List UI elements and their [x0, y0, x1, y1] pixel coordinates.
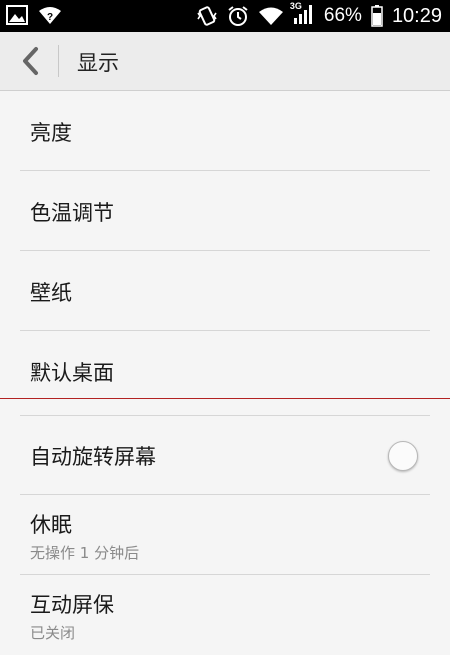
svg-text:?: ? — [47, 12, 53, 23]
setting-screensaver[interactable]: 互动屏保 已关闭 — [0, 575, 450, 655]
setting-value: 无操作 1 分钟后 — [30, 544, 140, 562]
clock: 10:29 — [391, 4, 442, 27]
setting-label: 色温调节 — [30, 201, 114, 225]
accent-divider — [0, 398, 450, 399]
wifi-question-icon: ? — [38, 5, 62, 25]
header-divider — [58, 45, 59, 77]
status-bar: ? 3G 66% 10:29 — [0, 0, 450, 32]
signal-icon: 3G — [289, 1, 315, 29]
auto-rotate-toggle[interactable] — [388, 441, 418, 471]
setting-auto-rotate[interactable]: 自动旋转屏幕 — [0, 415, 450, 495]
vibrate-icon — [196, 5, 218, 27]
back-button[interactable] — [10, 40, 50, 82]
wifi-icon — [258, 6, 284, 26]
battery-percent: 66% — [323, 5, 362, 26]
page-title: 显示 — [77, 51, 119, 75]
setting-sleep[interactable]: 休眠 无操作 1 分钟后 — [0, 495, 450, 575]
app-header: 显示 — [0, 32, 450, 91]
battery-icon — [371, 5, 383, 27]
divider — [20, 415, 430, 416]
chevron-left-icon — [20, 46, 40, 76]
setting-default-desktop[interactable]: 默认桌面 — [0, 331, 450, 411]
setting-label: 默认桌面 — [30, 361, 114, 385]
setting-label: 亮度 — [30, 121, 72, 145]
network-type-label: 3G — [289, 1, 302, 11]
setting-label: 壁纸 — [30, 281, 72, 305]
settings-list: 亮度 色温调节 壁纸 默认桌面 自动旋转屏幕 休眠 无操作 1 分钟后 互动屏保… — [0, 91, 450, 655]
setting-brightness[interactable]: 亮度 — [0, 91, 450, 171]
alarm-icon — [227, 5, 249, 27]
setting-label: 互动屏保 — [30, 593, 114, 617]
image-icon — [6, 5, 28, 25]
setting-color-temperature[interactable]: 色温调节 — [0, 171, 450, 251]
setting-label: 休眠 — [30, 513, 72, 537]
setting-wallpaper[interactable]: 壁纸 — [0, 251, 450, 331]
setting-label: 自动旋转屏幕 — [30, 445, 156, 469]
